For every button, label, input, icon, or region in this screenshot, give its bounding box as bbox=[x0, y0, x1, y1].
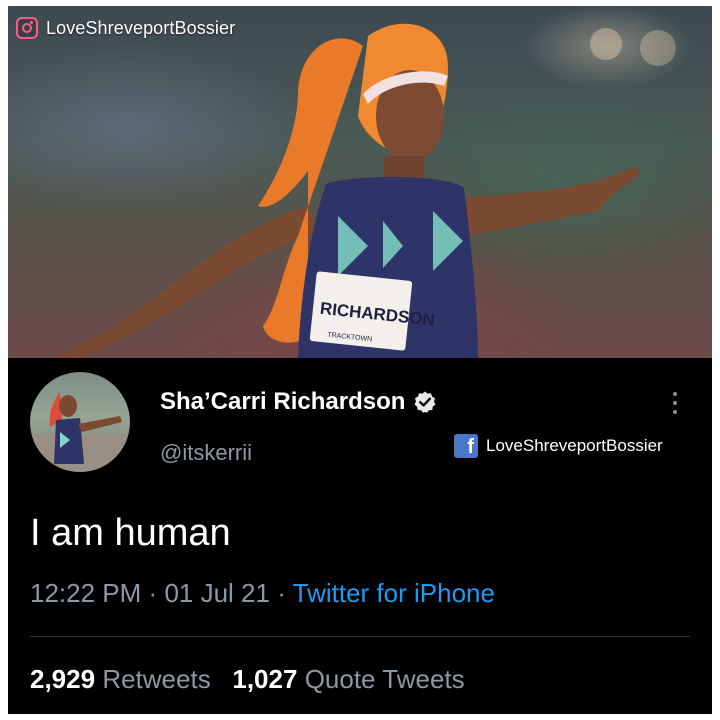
tweet-card: Sha’Carri Richardson @itskerrii f LoveSh… bbox=[8, 362, 712, 714]
retweets-stat[interactable]: 2,929 Retweets bbox=[30, 664, 211, 694]
retweets-label: Retweets bbox=[102, 664, 211, 694]
quote-tweets-label: Quote Tweets bbox=[304, 664, 465, 694]
verified-badge-icon bbox=[414, 391, 436, 413]
display-name-text: Sha’Carri Richardson bbox=[160, 388, 406, 415]
meta-separator: · bbox=[277, 578, 286, 608]
instagram-handle: LoveShreveportBossier bbox=[46, 17, 236, 38]
meta-separator: · bbox=[148, 578, 158, 608]
retweets-count: 2,929 bbox=[30, 664, 96, 694]
display-name[interactable]: Sha’Carri Richardson bbox=[160, 388, 437, 416]
tweet-meta: 12:22 PM · 01 Jul 21 · Twitter for iPhon… bbox=[30, 578, 495, 609]
athlete-photo: RICHARDSON TRACKTOWN LoveShreveportBossi… bbox=[8, 6, 712, 358]
facebook-handle: LoveShreveportBossier bbox=[486, 436, 663, 455]
tweet-date[interactable]: 01 Jul 21 bbox=[164, 578, 270, 608]
tweet-stats: 2,929 Retweets 1,027 Quote Tweets bbox=[30, 664, 465, 695]
quote-tweets-stat[interactable]: 1,027 Quote Tweets bbox=[232, 664, 464, 694]
athlete-illustration: RICHARDSON TRACKTOWN bbox=[53, 23, 676, 358]
more-options-icon[interactable] bbox=[670, 392, 680, 422]
meme-frame: RICHARDSON TRACKTOWN LoveShreveportBossi… bbox=[8, 6, 712, 714]
instagram-watermark: LoveShreveportBossier bbox=[16, 16, 235, 40]
facebook-watermark: f LoveShreveportBossier bbox=[454, 434, 663, 458]
tweet-time[interactable]: 12:22 PM bbox=[30, 578, 141, 608]
avatar[interactable] bbox=[30, 372, 130, 472]
facebook-icon: f bbox=[454, 434, 478, 458]
avatar-image bbox=[30, 392, 130, 472]
quote-tweets-count: 1,027 bbox=[232, 664, 298, 694]
user-handle[interactable]: @itskerrii bbox=[160, 440, 252, 466]
divider bbox=[30, 636, 690, 637]
tweet-text: I am human bbox=[30, 512, 231, 554]
tweet-source-link[interactable]: Twitter for iPhone bbox=[293, 578, 495, 608]
instagram-icon bbox=[16, 17, 38, 39]
